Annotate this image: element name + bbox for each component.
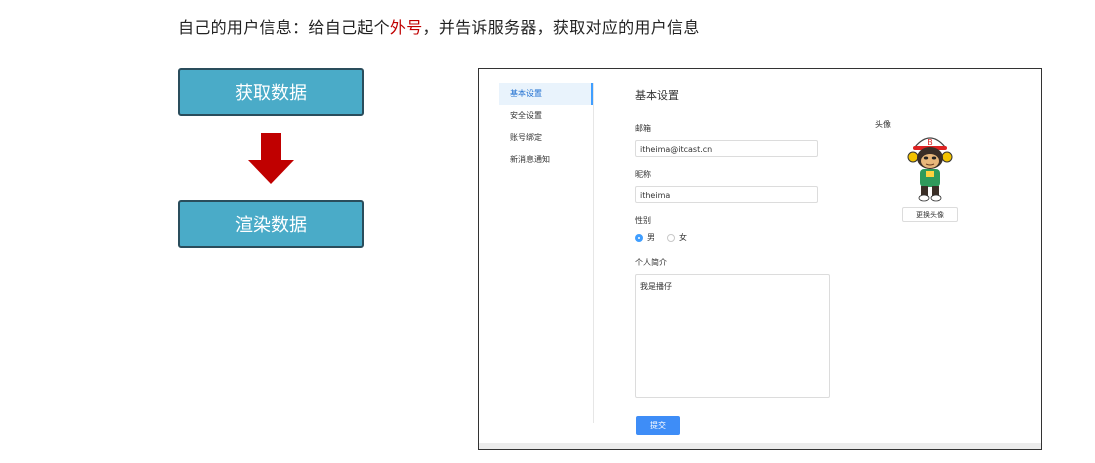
page-title: 基本设置 xyxy=(635,89,679,102)
gender-radio-group: 男 女 xyxy=(635,232,885,243)
avatar: B xyxy=(907,137,953,202)
flow-step-fetch: 获取数据 xyxy=(178,68,364,116)
bottom-strip xyxy=(479,443,1041,449)
settings-sidebar: 基本设置 安全设置 账号绑定 新消息通知 xyxy=(499,83,594,423)
headline-highlight: 外号 xyxy=(389,18,423,37)
bio-textarea[interactable]: 我是播仔 xyxy=(635,274,830,398)
nickname-field[interactable]: itheima xyxy=(635,186,818,203)
gender-female-label: 女 xyxy=(679,233,687,242)
down-arrow-icon xyxy=(248,133,294,184)
settings-screenshot: 基本设置 安全设置 账号绑定 新消息通知 基本设置 邮箱 itheima@itc… xyxy=(478,68,1042,450)
flow-step-fetch-label: 获取数据 xyxy=(235,83,307,104)
change-avatar-button[interactable]: 更换头像 xyxy=(902,207,958,222)
flow-step-render: 渲染数据 xyxy=(178,200,364,248)
submit-button[interactable]: 提交 xyxy=(636,416,680,435)
gender-option-male[interactable]: 男 xyxy=(635,232,655,243)
bio-label: 个人简介 xyxy=(635,258,667,267)
gender-label: 性别 xyxy=(635,216,651,225)
headline-prefix: 自己的用户信息：给自己起个 xyxy=(178,18,390,37)
svg-text:B: B xyxy=(927,138,933,147)
avatar-label: 头像 xyxy=(875,120,891,129)
sidebar-item-security[interactable]: 安全设置 xyxy=(499,105,593,127)
settings-form: 基本设置 邮箱 itheima@itcast.cn 昵称 itheima 性别 … xyxy=(635,87,885,398)
email-label: 邮箱 xyxy=(635,124,651,133)
sidebar-item-basic[interactable]: 基本设置 xyxy=(499,83,593,105)
flow-step-render-label: 渲染数据 xyxy=(235,215,307,236)
sidebar-item-notifications[interactable]: 新消息通知 xyxy=(499,149,593,171)
gender-option-female[interactable]: 女 xyxy=(667,232,687,243)
gender-male-label: 男 xyxy=(647,233,655,242)
headline-suffix: ，并告诉服务器，获取对应的用户信息 xyxy=(422,18,700,37)
radio-unchecked-icon[interactable] xyxy=(667,233,675,242)
sidebar-item-binding[interactable]: 账号绑定 xyxy=(499,127,593,149)
headline: 自己的用户信息：给自己起个外号，并告诉服务器，获取对应的用户信息 xyxy=(178,14,700,38)
email-field[interactable]: itheima@itcast.cn xyxy=(635,140,818,157)
radio-checked-icon[interactable] xyxy=(635,233,643,242)
nickname-label: 昵称 xyxy=(635,170,651,179)
